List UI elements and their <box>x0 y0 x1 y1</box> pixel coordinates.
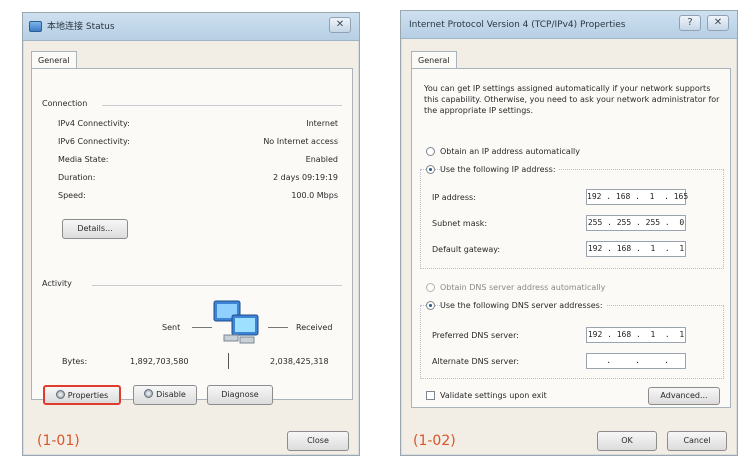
ipv4-connectivity-value: Internet <box>306 119 338 128</box>
ipv6-connectivity-label: IPv6 Connectivity: <box>58 137 130 146</box>
properties-button-label: Properties <box>67 391 109 400</box>
ip-address-label: IP address: <box>432 193 476 202</box>
status-window: 本地连接 Status ✕ General Connection IPv4 Co… <box>22 12 360 456</box>
ip-address-field[interactable]: 192 . 168 . 1 . 165 <box>586 189 688 205</box>
divider <box>102 105 342 106</box>
media-state-label: Media State: <box>58 155 109 164</box>
use-following-dns-radio[interactable] <box>426 301 435 310</box>
network-icon <box>29 21 42 32</box>
activity-heading: Activity <box>42 279 72 288</box>
status-window-title: 本地连接 Status <box>47 22 115 32</box>
bytes-label: Bytes: <box>62 357 88 366</box>
speed-value: 100.0 Mbps <box>291 191 338 200</box>
figure-caption: (1-02) <box>413 433 456 449</box>
speed-label: Speed: <box>58 191 86 200</box>
preferred-dns-field[interactable]: 192 . 168 . 1 . 1 <box>586 327 686 343</box>
default-gateway-field[interactable]: 192 . 168 . 1 . 1 <box>586 241 686 257</box>
ipv4-properties-window: Internet Protocol Version 4 (TCP/IPv4) P… <box>400 10 738 456</box>
obtain-ip-auto-label: Obtain an IP address automatically <box>440 147 581 156</box>
validate-settings-label: Validate settings upon exit <box>440 391 547 400</box>
diagnose-button[interactable]: Diagnose <box>207 385 273 405</box>
alternate-dns-label: Alternate DNS server: <box>432 357 520 366</box>
subnet-mask-label: Subnet mask: <box>432 219 488 228</box>
close-icon[interactable]: ✕ <box>707 15 729 31</box>
sent-label: Sent <box>162 323 181 332</box>
received-line <box>268 327 288 328</box>
bytes-sent-value: 1,892,703,580 <box>130 357 189 366</box>
shield-icon <box>144 389 154 398</box>
details-button[interactable]: Details... <box>62 219 128 239</box>
validate-settings-checkbox[interactable] <box>426 391 435 400</box>
use-following-dns-label: Use the following DNS server addresses: <box>440 301 606 310</box>
bytes-separator <box>228 353 229 369</box>
sent-line <box>192 327 212 328</box>
close-button[interactable]: Close <box>287 431 349 451</box>
figure-caption: (1-01) <box>37 433 80 449</box>
duration-label: Duration: <box>58 173 96 182</box>
default-gateway-label: Default gateway: <box>432 245 501 254</box>
network-computers-icon <box>213 300 259 344</box>
preferred-dns-label: Preferred DNS server: <box>432 331 519 340</box>
tab-general[interactable]: General <box>31 51 77 69</box>
use-following-ip-radio[interactable] <box>426 165 435 174</box>
ipv4-window-title: Internet Protocol Version 4 (TCP/IPv4) P… <box>409 20 626 30</box>
properties-button[interactable]: Properties <box>43 385 121 405</box>
ok-button[interactable]: OK <box>597 431 657 451</box>
connection-heading: Connection <box>42 99 88 108</box>
status-window-titlebar[interactable]: 本地连接 Status <box>23 13 359 41</box>
obtain-ip-auto-radio[interactable] <box>426 147 435 156</box>
bytes-received-value: 2,038,425,318 <box>270 357 329 366</box>
help-icon[interactable]: ? <box>679 15 701 31</box>
advanced-button[interactable]: Advanced... <box>648 387 720 405</box>
alternate-dns-field[interactable]: . . . <box>586 353 686 369</box>
obtain-dns-auto-radio[interactable] <box>426 283 435 292</box>
ipv6-connectivity-value: No Internet access <box>263 137 338 146</box>
ipv4-connectivity-label: IPv4 Connectivity: <box>58 119 130 128</box>
disable-button-label: Disable <box>156 390 186 399</box>
ip-description: You can get IP settings assigned automat… <box>424 84 720 115</box>
general-panel: You can get IP settings assigned automat… <box>411 68 731 408</box>
shield-icon <box>55 390 65 399</box>
obtain-dns-auto-label: Obtain DNS server address automatically <box>440 283 606 292</box>
media-state-value: Enabled <box>305 155 338 164</box>
disable-button[interactable]: Disable <box>133 385 197 405</box>
duration-value: 2 days 09:19:19 <box>273 173 338 182</box>
close-icon[interactable]: ✕ <box>329 17 351 33</box>
subnet-mask-field[interactable]: 255 . 255 . 255 . 0 <box>586 215 686 231</box>
received-label: Received <box>296 323 333 332</box>
cancel-button[interactable]: Cancel <box>667 431 727 451</box>
divider <box>92 285 342 286</box>
use-following-ip-label: Use the following IP address: <box>440 165 559 174</box>
tab-general[interactable]: General <box>411 51 457 69</box>
general-panel: Connection IPv4 Connectivity: Internet I… <box>31 68 353 400</box>
